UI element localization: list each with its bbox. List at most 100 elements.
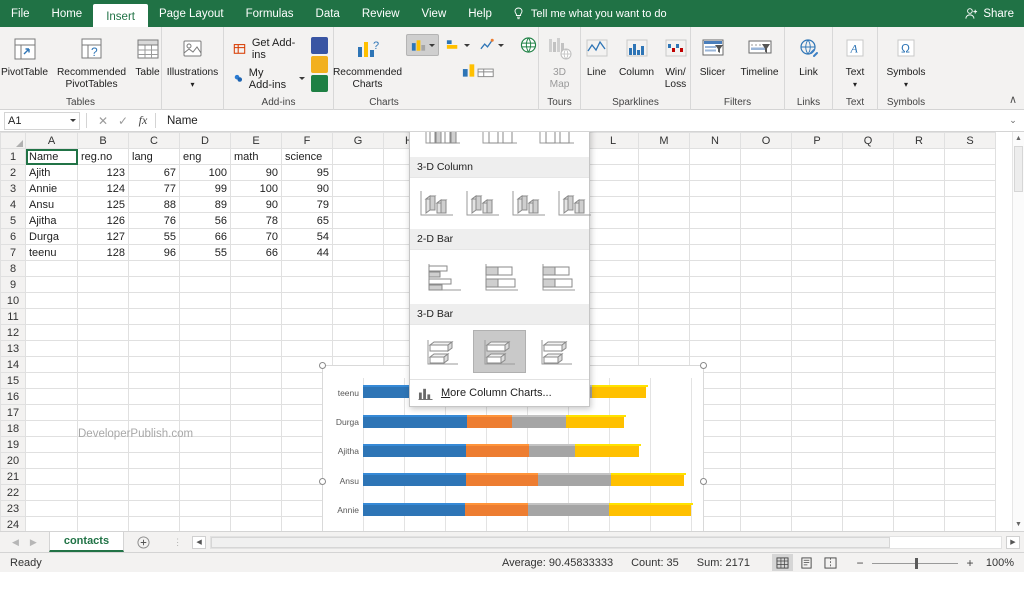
column-header-g[interactable]: G <box>332 132 384 149</box>
cell-D21[interactable] <box>179 468 231 485</box>
cell-G4[interactable] <box>332 196 384 213</box>
cell-A21[interactable] <box>25 468 78 485</box>
cell-A14[interactable] <box>25 356 78 373</box>
cell-O11[interactable] <box>740 308 792 325</box>
cell-R21[interactable] <box>893 468 945 485</box>
cell-O16[interactable] <box>740 388 792 405</box>
horizontal-scroll-thumb[interactable] <box>211 536 891 548</box>
my-addins-button[interactable]: My Add-ins <box>229 64 309 94</box>
menu-item-review[interactable]: Review <box>351 1 411 27</box>
name-box[interactable]: A1 <box>4 111 80 130</box>
cell-Q15[interactable] <box>842 372 894 389</box>
chart-handle-ne[interactable] <box>700 362 707 369</box>
cell-F6[interactable]: 54 <box>281 228 333 245</box>
cell-N3[interactable] <box>689 180 741 197</box>
column-header-f[interactable]: F <box>281 132 333 149</box>
cell-O23[interactable] <box>740 500 792 517</box>
cell-M12[interactable] <box>638 324 690 341</box>
cell-R15[interactable] <box>893 372 945 389</box>
cell-E5[interactable]: 78 <box>230 212 282 229</box>
addin-bing-icon[interactable] <box>311 55 328 73</box>
cell-A1[interactable]: Name <box>25 148 78 165</box>
cell-N4[interactable] <box>689 196 741 213</box>
cell-F9[interactable] <box>281 276 333 293</box>
cell-C23[interactable] <box>128 500 180 517</box>
cell-C3[interactable]: 77 <box>128 180 180 197</box>
cell-Q20[interactable] <box>842 452 894 469</box>
cell-Q3[interactable] <box>842 180 894 197</box>
cell-Q6[interactable] <box>842 228 894 245</box>
cell-C9[interactable] <box>128 276 180 293</box>
cell-R8[interactable] <box>893 260 945 277</box>
menu-item-file[interactable]: File <box>0 1 41 27</box>
cell-C16[interactable] <box>128 388 180 405</box>
chart-segment-lang[interactable] <box>467 416 513 428</box>
cell-Q12[interactable] <box>842 324 894 341</box>
cell-B6[interactable]: 127 <box>77 228 129 245</box>
cell-C21[interactable] <box>128 468 180 485</box>
cell-M2[interactable] <box>638 164 690 181</box>
cell-E4[interactable]: 90 <box>230 196 282 213</box>
row-header-2[interactable]: 2 <box>0 164 26 181</box>
menu-item-formulas[interactable]: Formulas <box>235 1 305 27</box>
column-header-s[interactable]: S <box>944 132 996 149</box>
cell-C15[interactable] <box>128 372 180 389</box>
cell-S21[interactable] <box>944 468 996 485</box>
row-header-12[interactable]: 12 <box>0 324 26 341</box>
cell-O5[interactable] <box>740 212 792 229</box>
row-header-10[interactable]: 10 <box>0 292 26 309</box>
cell-O6[interactable] <box>740 228 792 245</box>
cell-E8[interactable] <box>230 260 282 277</box>
cell-D20[interactable] <box>179 452 231 469</box>
cell-E23[interactable] <box>230 500 282 517</box>
cell-L10[interactable] <box>587 292 639 309</box>
chart-segment-reg-no[interactable] <box>363 475 466 487</box>
collapse-ribbon-button[interactable]: ∧ <box>1009 93 1017 106</box>
cell-O1[interactable] <box>740 148 792 165</box>
cell-O22[interactable] <box>740 484 792 501</box>
cell-R16[interactable] <box>893 388 945 405</box>
cell-A4[interactable]: Ansu <box>25 196 78 213</box>
cell-E13[interactable] <box>230 340 282 357</box>
cell-D23[interactable] <box>179 500 231 517</box>
cell-P17[interactable] <box>791 404 843 421</box>
cell-C14[interactable] <box>128 356 180 373</box>
slicer-button[interactable]: Slicer <box>692 30 734 79</box>
chart-type-stacked-bar[interactable] <box>473 255 526 298</box>
row-header-5[interactable]: 5 <box>0 212 26 229</box>
cell-S9[interactable] <box>944 276 996 293</box>
cell-F8[interactable] <box>281 260 333 277</box>
cell-Q16[interactable] <box>842 388 894 405</box>
cell-A18[interactable] <box>25 420 78 437</box>
row-header-17[interactable]: 17 <box>0 404 26 421</box>
cell-R20[interactable] <box>893 452 945 469</box>
cell-G6[interactable] <box>332 228 384 245</box>
vertical-scrollbar[interactable]: ▲ ▼ <box>1012 132 1024 531</box>
addin-people-graph-icon[interactable] <box>311 74 328 92</box>
cell-P21[interactable] <box>791 468 843 485</box>
cell-A3[interactable]: Annie <box>25 180 78 197</box>
scroll-down-button[interactable]: ▼ <box>1013 518 1024 531</box>
pivottable-button[interactable]: PivotTable <box>0 30 56 79</box>
cell-S16[interactable] <box>944 388 996 405</box>
cell-S13[interactable] <box>944 340 996 357</box>
chart-type-3d-stacked-bar[interactable] <box>473 330 526 373</box>
cell-N2[interactable] <box>689 164 741 181</box>
cell-E17[interactable] <box>230 404 282 421</box>
cell-E24[interactable] <box>230 516 282 531</box>
cell-Q21[interactable] <box>842 468 894 485</box>
cell-S8[interactable] <box>944 260 996 277</box>
row-header-3[interactable]: 3 <box>0 180 26 197</box>
cell-M5[interactable] <box>638 212 690 229</box>
cell-R2[interactable] <box>893 164 945 181</box>
cell-F3[interactable]: 90 <box>281 180 333 197</box>
row-header-20[interactable]: 20 <box>0 452 26 469</box>
cell-S7[interactable] <box>944 244 996 261</box>
cell-R9[interactable] <box>893 276 945 293</box>
row-header-24[interactable]: 24 <box>0 516 26 531</box>
cell-A5[interactable]: Ajitha <box>25 212 78 229</box>
cell-A17[interactable] <box>25 404 78 421</box>
cell-S24[interactable] <box>944 516 996 531</box>
cell-O7[interactable] <box>740 244 792 261</box>
cell-C17[interactable] <box>128 404 180 421</box>
